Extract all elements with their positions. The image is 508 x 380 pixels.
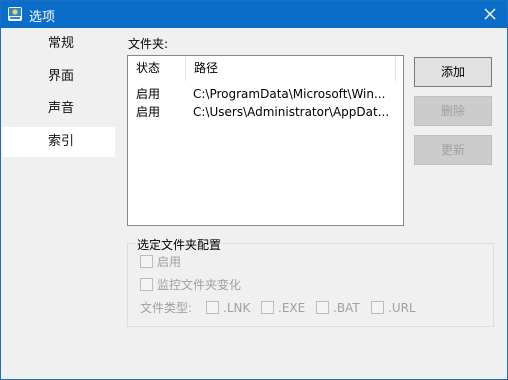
enable-label: 启用 xyxy=(157,255,182,269)
close-icon[interactable] xyxy=(481,5,499,23)
bat-label: .BAT xyxy=(333,301,360,315)
file-types-label: 文件类型: xyxy=(140,301,193,315)
checkbox-box xyxy=(140,278,153,291)
add-button[interactable]: 添加 xyxy=(414,57,492,87)
window-title: 选项 xyxy=(29,10,56,25)
remove-button[interactable]: 删除 xyxy=(414,96,492,126)
folder-config-title: 选定文件夹配置 xyxy=(135,236,224,253)
folders-list[interactable]: 状态 路径 启用 C:\ProgramData\Microsoft\Win...… xyxy=(127,55,404,226)
url-label: .URL xyxy=(388,301,416,315)
content-panel: 文件夹: 状态 路径 启用 C:\ProgramData\Microsoft\W… xyxy=(115,28,507,379)
checkbox-box xyxy=(316,301,329,314)
column-header-status[interactable]: 状态 xyxy=(128,56,186,81)
lnk-label: .LNK xyxy=(223,301,251,315)
sidebar-item-general[interactable]: 常规 xyxy=(2,29,115,59)
exe-label: .EXE xyxy=(278,301,306,315)
folders-label: 文件夹: xyxy=(128,37,169,51)
list-item-path: C:\Users\Administrator\AppDat... xyxy=(193,105,390,119)
options-dialog: 选项 常规 界面 声音 索引 文件夹: 状态 路径 启用 C:\ProgramD… xyxy=(0,0,508,380)
checkbox-box xyxy=(140,255,153,268)
app-icon xyxy=(8,7,22,21)
sidebar-item-index[interactable]: 索引 xyxy=(2,127,115,157)
monitor-label: 监控文件夹变化 xyxy=(157,278,242,292)
sidebar-item-interface[interactable]: 界面 xyxy=(2,62,115,92)
list-item[interactable]: 启用 C:\Users\Administrator\AppDat... xyxy=(128,102,403,123)
update-button[interactable]: 更新 xyxy=(414,135,492,165)
checkbox-box xyxy=(371,301,384,314)
checkbox-box xyxy=(261,301,274,314)
column-header-path[interactable]: 路径 xyxy=(186,56,396,81)
checkbox-box xyxy=(206,301,219,314)
list-item-status: 启用 xyxy=(136,105,161,119)
sidebar-item-sound[interactable]: 声音 xyxy=(2,94,115,124)
title-bar[interactable]: 选项 xyxy=(1,1,507,28)
list-header: 状态 路径 xyxy=(128,56,403,81)
sidebar: 常规 界面 声音 索引 xyxy=(2,28,115,379)
